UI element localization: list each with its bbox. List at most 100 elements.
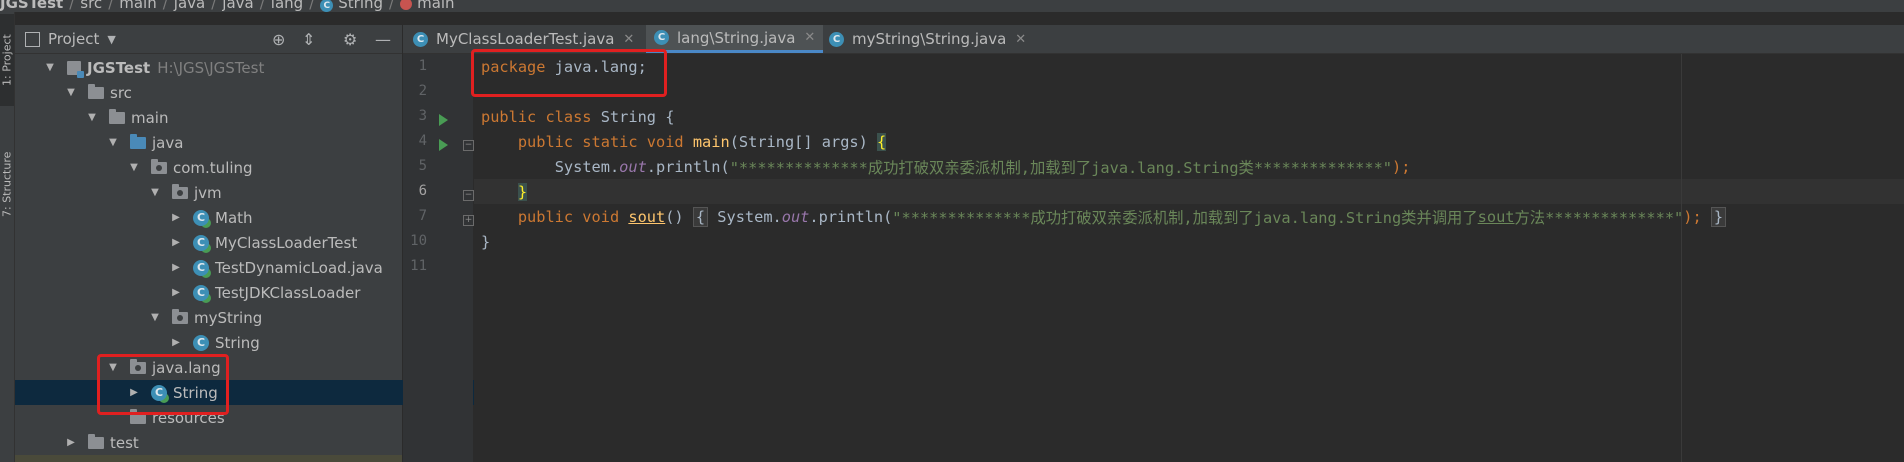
expanded-arrow-icon[interactable]: ▼ bbox=[43, 62, 57, 73]
collapsed-arrow-icon[interactable]: ▶ bbox=[169, 262, 183, 273]
expanded-arrow-icon[interactable]: ▼ bbox=[127, 162, 141, 173]
project-tool-tab[interactable]: 1: Project bbox=[0, 14, 14, 106]
breadcrumb-separator: / bbox=[69, 0, 75, 12]
line-number-current: 6 bbox=[418, 183, 427, 199]
tree-item-jgstest[interactable]: ▼ JGSTest H:\JGS\JGSTest bbox=[15, 55, 430, 80]
line-number: 10 bbox=[410, 233, 427, 249]
line-number: 3 bbox=[418, 108, 427, 124]
close-icon[interactable]: ✕ bbox=[623, 32, 634, 47]
code-method-name: sout bbox=[628, 207, 666, 226]
breadcrumb-item-src[interactable]: src bbox=[80, 0, 102, 12]
collapse-all-icon[interactable]: ⇕ bbox=[302, 30, 315, 49]
tab-label: myString\String.java bbox=[852, 30, 1007, 48]
code-line-7: public void sout() { System. out .println(… bbox=[481, 204, 1727, 229]
breadcrumb-item-string-class[interactable]: C String bbox=[320, 0, 383, 13]
code-brace-match: { bbox=[877, 132, 887, 151]
method-icon bbox=[400, 0, 413, 10]
code-keyword: public class bbox=[481, 107, 592, 126]
gear-icon[interactable]: ⚙ bbox=[343, 30, 357, 49]
code-text: (String[] args) bbox=[729, 132, 878, 151]
code-keyword: public static void bbox=[517, 132, 684, 151]
collapsed-arrow-icon[interactable]: ▶ bbox=[64, 437, 78, 448]
tree-item-test[interactable]: ▶ test bbox=[15, 430, 451, 455]
locate-icon[interactable]: ⊕ bbox=[272, 30, 285, 49]
fold-marker-icon[interactable]: − bbox=[463, 190, 474, 201]
expanded-arrow-icon[interactable]: ▼ bbox=[85, 112, 99, 123]
tab-mystring-string[interactable]: C myString\String.java ✕ bbox=[821, 25, 1034, 53]
tree-item-label: Math bbox=[215, 208, 253, 227]
close-icon[interactable]: ✕ bbox=[1015, 32, 1026, 47]
chevron-down-icon[interactable]: ▼ bbox=[107, 33, 115, 46]
breadcrumb-item-lang[interactable]: lang bbox=[271, 0, 303, 12]
line-number: 4 bbox=[418, 133, 427, 149]
code-method-name: main bbox=[692, 132, 730, 151]
line-number: 7 bbox=[418, 208, 427, 224]
code-string: "**************成功打破双亲委派机制,加载到了java.lang.… bbox=[892, 208, 1478, 227]
class-icon: C bbox=[193, 284, 209, 301]
tree-bottom-strip bbox=[15, 455, 402, 462]
breadcrumb-separator: / bbox=[259, 0, 265, 12]
tree-item-label: test bbox=[110, 433, 139, 452]
tree-item-label: TestDynamicLoad.java bbox=[215, 258, 383, 277]
code-text: System. bbox=[708, 207, 782, 226]
right-margin-guide bbox=[1681, 54, 1682, 462]
current-line-highlight bbox=[474, 179, 1904, 204]
code-text: ); bbox=[1683, 207, 1711, 226]
code-static-field: out bbox=[781, 207, 810, 226]
tab-lang-string[interactable]: C lang\String.java ✕ bbox=[646, 25, 824, 53]
code-brace-match: } bbox=[517, 182, 528, 201]
source-folder-icon bbox=[130, 133, 146, 149]
collapsed-arrow-icon[interactable]: ▶ bbox=[169, 237, 183, 248]
structure-tool-tab[interactable]: 7: Structure bbox=[0, 147, 14, 222]
fold-marker-icon[interactable]: + bbox=[463, 215, 474, 226]
hide-icon[interactable]: — bbox=[375, 30, 391, 49]
package-icon bbox=[172, 308, 188, 324]
breadcrumb-item-main-method[interactable]: main bbox=[400, 0, 455, 12]
expanded-arrow-icon[interactable]: ▼ bbox=[148, 312, 162, 323]
tree-item-label: jvm bbox=[194, 183, 222, 202]
breadcrumb-item-main-label: main bbox=[417, 0, 455, 12]
tree-item-label: String bbox=[215, 333, 260, 352]
line-number: 5 bbox=[418, 158, 427, 174]
tree-item-label: TestJDKClassLoader bbox=[215, 283, 361, 302]
code-string: "**************成功打破双亲委派机制,加载到了java.lang.… bbox=[729, 158, 1392, 177]
code-line-6: } bbox=[481, 179, 528, 204]
code-editor[interactable]: package java.lang; public class String {… bbox=[474, 54, 1904, 462]
collapsed-arrow-icon[interactable]: ▶ bbox=[169, 212, 183, 223]
expanded-arrow-icon[interactable]: ▼ bbox=[64, 87, 78, 98]
folder-icon bbox=[88, 83, 104, 99]
expanded-arrow-icon[interactable]: ▼ bbox=[106, 137, 120, 148]
breadcrumb-item-java[interactable]: java bbox=[174, 0, 205, 12]
module-icon bbox=[67, 60, 84, 78]
code-folded-brace[interactable]: } bbox=[1710, 206, 1727, 227]
fold-marker-icon[interactable]: − bbox=[463, 140, 474, 151]
collapsed-arrow-icon[interactable]: ▶ bbox=[169, 287, 183, 298]
breadcrumb-item-main[interactable]: main bbox=[119, 0, 156, 12]
tree-item-src[interactable]: ▼ src bbox=[15, 80, 451, 105]
project-panel-title[interactable]: Project bbox=[48, 30, 99, 48]
expanded-arrow-icon[interactable]: ▼ bbox=[148, 187, 162, 198]
breadcrumb-item-project[interactable]: JGSTest bbox=[0, 0, 63, 12]
code-keyword: public void bbox=[517, 207, 620, 226]
breadcrumb-separator: / bbox=[162, 0, 168, 12]
package-icon bbox=[172, 183, 188, 199]
breadcrumb-separator: / bbox=[389, 0, 395, 12]
tree-item-label: JGSTest bbox=[87, 58, 151, 77]
tree-item-label: src bbox=[110, 83, 132, 102]
run-class-icon[interactable] bbox=[439, 114, 448, 126]
breadcrumb-item-java-pkg[interactable]: java bbox=[222, 0, 253, 12]
collapsed-arrow-icon[interactable]: ▶ bbox=[169, 337, 183, 348]
run-method-icon[interactable] bbox=[439, 139, 448, 151]
close-icon[interactable]: ✕ bbox=[804, 30, 815, 45]
line-number: 11 bbox=[410, 258, 427, 274]
project-panel-header: Project ▼ ⊕ ⇕ ⚙ — bbox=[15, 25, 402, 54]
breadcrumb-separator: / bbox=[309, 0, 315, 12]
left-tool-strip: 1: Project 7: Structure bbox=[0, 12, 15, 462]
code-folded-brace[interactable]: { bbox=[692, 206, 709, 227]
tree-highlight-box bbox=[97, 354, 229, 415]
